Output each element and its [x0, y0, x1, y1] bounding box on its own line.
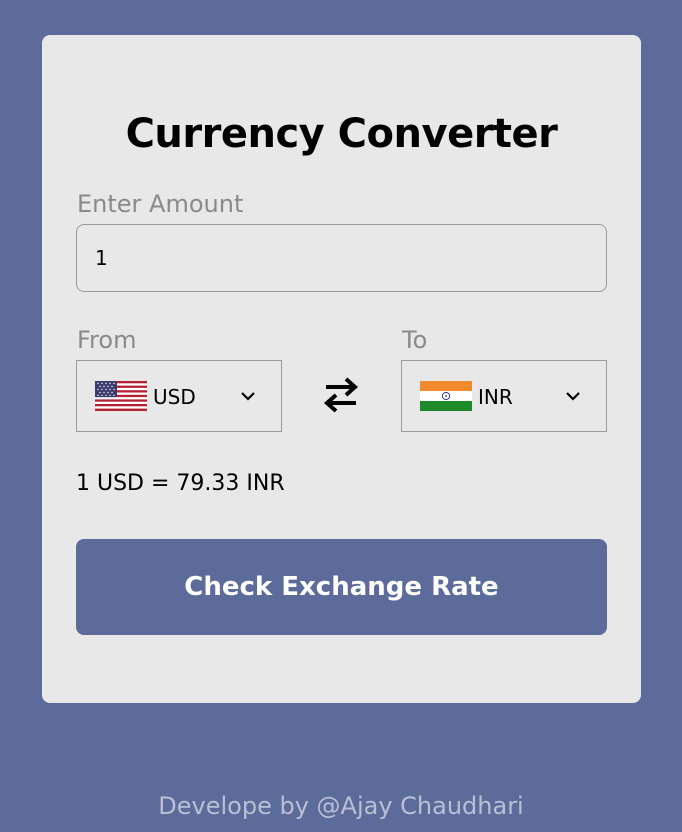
footer-credit: Develope by @Ajay Chaudhari	[158, 792, 524, 820]
from-label: From	[77, 326, 137, 354]
amount-input[interactable]	[76, 224, 607, 292]
amount-label: Enter Amount	[77, 190, 244, 218]
to-label: To	[402, 326, 428, 354]
check-exchange-rate-button[interactable]: Check Exchange Rate	[76, 539, 607, 635]
swap-arrows-icon[interactable]	[322, 375, 360, 415]
to-currency-select[interactable]: INR	[401, 360, 607, 432]
chevron-down-icon	[241, 392, 255, 401]
from-currency-value: USD	[153, 385, 196, 409]
page-title: Currency Converter	[125, 111, 558, 157]
to-currency-value: INR	[478, 385, 513, 409]
from-currency-select[interactable]: USD	[76, 360, 282, 432]
chevron-down-icon	[566, 392, 580, 401]
india-flag-icon	[420, 381, 472, 411]
us-flag-icon	[95, 381, 147, 411]
exchange-rate-text: 1 USD = 79.33 INR	[76, 471, 285, 496]
